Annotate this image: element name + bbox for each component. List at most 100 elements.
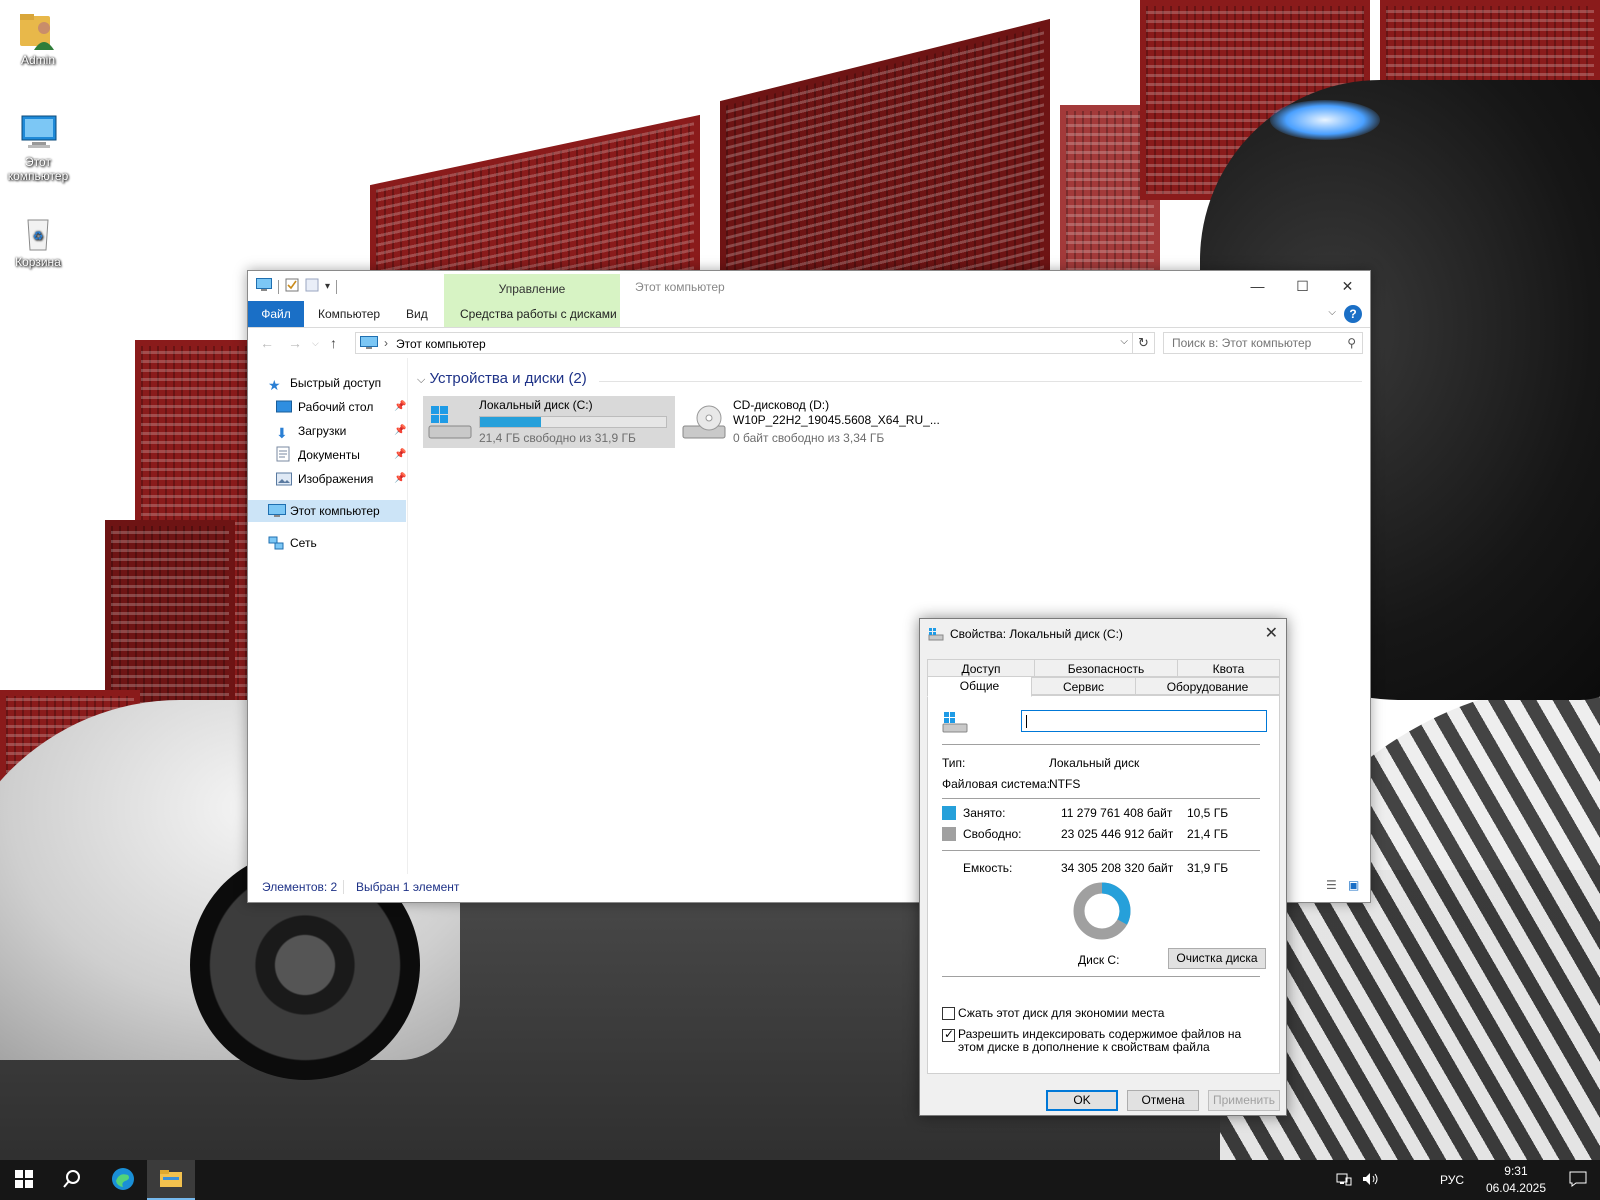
- free-gb: 21,4 ГБ: [1187, 827, 1229, 841]
- tab-hardware[interactable]: Оборудование: [1135, 677, 1280, 695]
- pin-icon[interactable]: 📌: [394, 396, 406, 418]
- file-explorer-icon: [159, 1168, 183, 1191]
- maximize-button[interactable]: ☐: [1280, 271, 1325, 301]
- desktop-icon-label: Admin: [20, 53, 55, 67]
- new-folder-icon[interactable]: [305, 278, 319, 295]
- search-box[interactable]: ⚲: [1163, 332, 1363, 354]
- status-selection: Выбран 1 элемент: [356, 880, 460, 894]
- allow-indexing-checkbox[interactable]: [942, 1027, 955, 1042]
- disk-cleanup-button[interactable]: Очистка диска: [1168, 948, 1266, 969]
- close-button[interactable]: ✕: [1325, 271, 1370, 301]
- dialog-close-icon[interactable]: ✕: [1265, 623, 1278, 643]
- collapse-chevron-icon[interactable]: ⌵: [417, 374, 425, 386]
- tab-security[interactable]: Безопасность: [1034, 659, 1178, 677]
- disk-usage-donut: [1073, 882, 1131, 940]
- tab-tools[interactable]: Сервис: [1031, 677, 1136, 695]
- pin-icon[interactable]: 📌: [394, 420, 406, 442]
- star-icon: ★: [268, 377, 281, 393]
- help-icon[interactable]: ?: [1344, 305, 1362, 323]
- ok-button[interactable]: OK: [1046, 1090, 1118, 1111]
- used-gb: 10,5 ГБ: [1187, 806, 1229, 820]
- forward-arrow-icon[interactable]: →: [288, 335, 302, 351]
- type-label: Тип:: [942, 756, 966, 770]
- navigation-pane: ★ Быстрый доступ Рабочий стол 📌 ⬇ Загрузки…: [248, 358, 408, 874]
- refresh-icon[interactable]: ↻: [1133, 332, 1155, 354]
- nav-downloads[interactable]: ⬇ Загрузки 📌: [276, 420, 408, 442]
- properties-icon[interactable]: [285, 278, 299, 295]
- tab-general[interactable]: Общие: [927, 676, 1032, 697]
- language-indicator[interactable]: РУС: [1440, 1173, 1464, 1187]
- nav-documents-label: Документы: [298, 448, 360, 462]
- up-arrow-icon[interactable]: ↑: [330, 335, 337, 351]
- cancel-button[interactable]: Отмена: [1127, 1090, 1199, 1111]
- drive-c-usage-fill: [480, 417, 542, 427]
- pin-icon[interactable]: 📌: [394, 468, 406, 490]
- drive-d-tile[interactable]: CD-дисковод (D:) W10P_22H2_19045.5608_X6…: [677, 396, 940, 448]
- apply-button[interactable]: Применить: [1208, 1090, 1280, 1111]
- user-folder-icon: [18, 10, 58, 50]
- drive-label-input[interactable]: [1021, 710, 1267, 732]
- nav-network-label: Сеть: [290, 536, 317, 550]
- general-tab-panel: Тип: Локальный диск Файловая система: NT…: [927, 695, 1280, 1074]
- nav-documents[interactable]: Документы 📌: [276, 444, 408, 466]
- tab-drive-tools[interactable]: Средства работы с дисками: [450, 301, 627, 327]
- edge-taskbar-button[interactable]: [99, 1160, 147, 1200]
- nav-desktop[interactable]: Рабочий стол 📌: [276, 396, 408, 418]
- start-button[interactable]: [0, 1160, 48, 1200]
- context-tab-group-label: Управление: [498, 282, 566, 296]
- tab-sharing[interactable]: Доступ: [927, 659, 1035, 677]
- desktop-icon-recycle-bin[interactable]: ♻ Корзина: [0, 212, 76, 269]
- large-icons-view-icon[interactable]: ▣: [1348, 878, 1359, 892]
- search-input[interactable]: [1164, 333, 1334, 353]
- network-tray-icon[interactable]: [1336, 1172, 1352, 1189]
- dialog-title: Свойства: Локальный диск (C:): [950, 627, 1123, 641]
- desktop-icon-this-pc[interactable]: Этот компьютер: [0, 112, 76, 183]
- recycle-bin-icon: ♻: [18, 212, 58, 252]
- nav-network[interactable]: Сеть: [268, 532, 317, 554]
- windows-drive-icon: [942, 710, 968, 737]
- back-arrow-icon[interactable]: ←: [260, 335, 274, 351]
- breadcrumb-this-pc[interactable]: Этот компьютер: [396, 337, 486, 351]
- search-taskbar-button[interactable]: [48, 1160, 96, 1200]
- customize-toolbar-chevron-icon[interactable]: ▾: [325, 281, 330, 292]
- tab-computer[interactable]: Компьютер: [308, 301, 390, 327]
- nav-pictures[interactable]: Изображения 📌: [276, 468, 408, 490]
- drive-c-name: Локальный диск (C:): [479, 398, 593, 412]
- tab-quota[interactable]: Квота: [1177, 659, 1280, 677]
- used-bytes: 11 279 761 408 байт: [1061, 806, 1173, 820]
- action-center-button[interactable]: [1556, 1160, 1600, 1200]
- taskbar: РУС 9:31 06.04.2025: [0, 1160, 1600, 1200]
- search-icon[interactable]: ⚲: [1347, 336, 1356, 350]
- explorer-taskbar-button[interactable]: [147, 1160, 195, 1200]
- drive-c-free-text: 21,4 ГБ свободно из 31,9 ГБ: [479, 431, 636, 445]
- group-header-label: Устройства и диски (2): [429, 370, 587, 387]
- index-label[interactable]: Разрешить индексировать содержимое файло…: [958, 1028, 1264, 1054]
- compress-label[interactable]: Сжать этот диск для экономии места: [958, 1006, 1164, 1020]
- recent-locations-chevron-icon[interactable]: ⌵: [312, 338, 319, 349]
- pin-icon[interactable]: 📌: [394, 444, 406, 466]
- desktop-icon-admin[interactable]: Admin: [0, 10, 76, 67]
- nav-quick-access-label: Быстрый доступ: [290, 376, 382, 390]
- tab-file[interactable]: Файл: [248, 301, 304, 327]
- nav-this-pc-label: Этот компьютер: [290, 504, 380, 518]
- address-dropdown-icon[interactable]: ⌵: [1120, 336, 1128, 347]
- tab-view[interactable]: Вид: [396, 301, 438, 327]
- nav-this-pc[interactable]: Этот компьютер: [248, 500, 406, 522]
- desktop-folder-icon: [276, 399, 292, 415]
- clock[interactable]: 9:31 06.04.2025: [1486, 1163, 1546, 1197]
- input-language[interactable]: РУС: [1440, 1160, 1464, 1200]
- minimize-button[interactable]: —: [1235, 271, 1280, 301]
- windows-drive-icon: [427, 404, 473, 445]
- network-icon: [268, 535, 284, 551]
- details-view-icon[interactable]: ☰: [1326, 878, 1337, 892]
- volume-icon[interactable]: [1362, 1172, 1380, 1189]
- compress-drive-checkbox[interactable]: [942, 1007, 955, 1020]
- breadcrumb-separator-icon: ›: [384, 336, 388, 350]
- drive-c-tile[interactable]: Локальный диск (C:) 21,4 ГБ свободно из …: [423, 396, 675, 448]
- nav-quick-access[interactable]: ★ Быстрый доступ: [268, 372, 381, 394]
- address-bar[interactable]: › Этот компьютер ⌵: [355, 332, 1133, 354]
- download-arrow-icon: ⬇: [276, 425, 288, 441]
- group-header[interactable]: ⌵ Устройства и диски (2): [417, 370, 587, 387]
- system-tray: [1336, 1160, 1390, 1200]
- expand-ribbon-icon[interactable]: ⌵: [1328, 307, 1336, 318]
